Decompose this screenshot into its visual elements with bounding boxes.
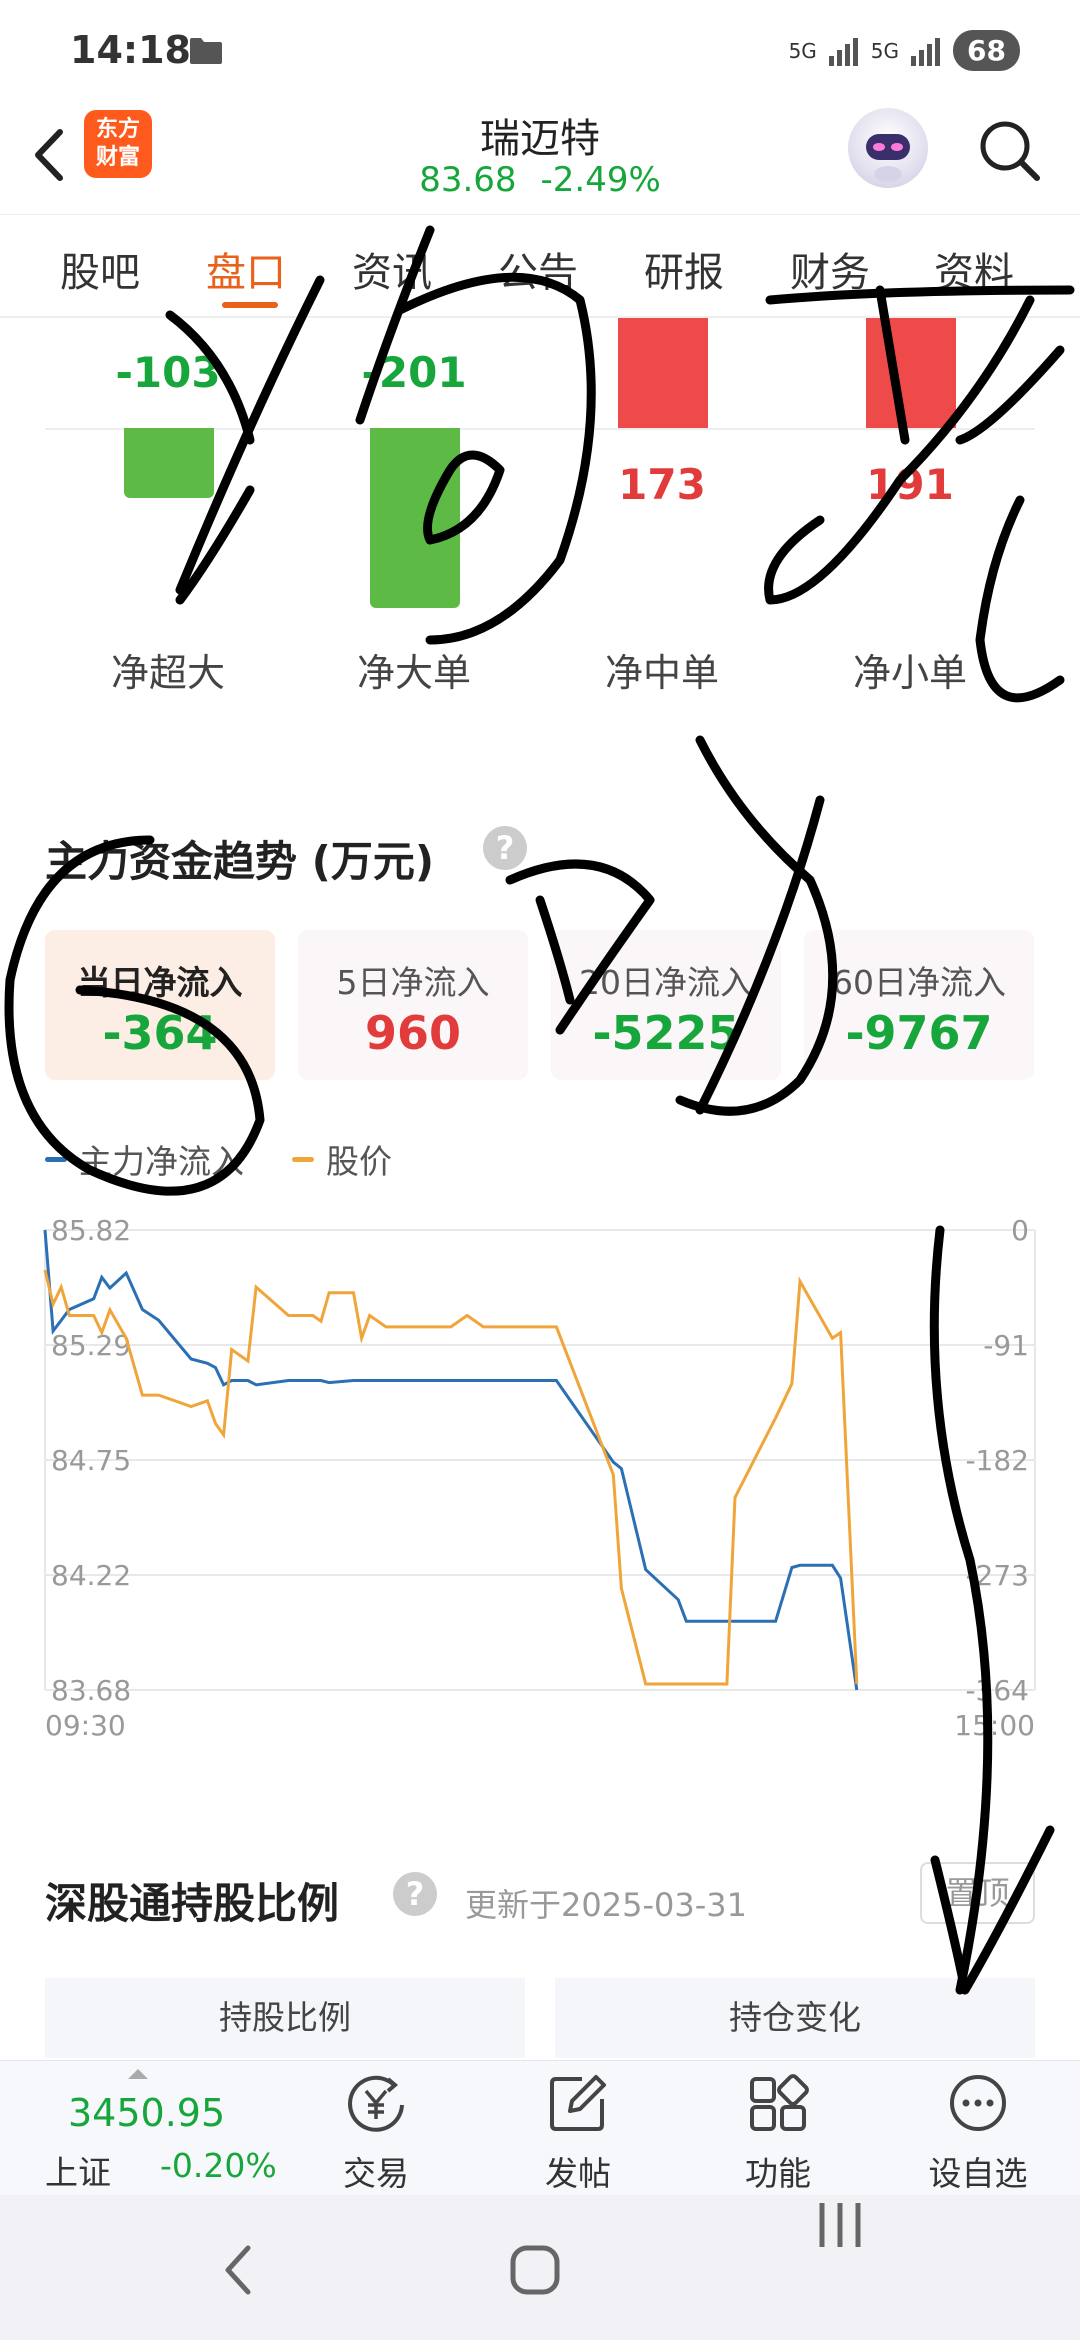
trade-button[interactable]: 交易 xyxy=(306,2071,446,2195)
handwriting-stroke xyxy=(175,275,325,595)
trade-label: 交易 xyxy=(343,2154,409,2193)
handwriting-stroke xyxy=(505,859,655,1035)
handwriting-stroke xyxy=(875,285,910,445)
handwriting-stroke xyxy=(535,895,575,1005)
more-icon xyxy=(950,2075,1006,2131)
post-label: 发帖 xyxy=(545,2154,611,2193)
caret-up-icon xyxy=(128,2069,148,2079)
handwriting-circle xyxy=(4,835,265,1196)
handwriting-stroke xyxy=(423,450,505,545)
handwriting-overlay xyxy=(4,225,1075,1995)
handwriting-stroke xyxy=(695,795,825,1115)
handwriting-stroke xyxy=(675,735,838,1116)
bottom-toolbar: 3450.95 上证 -0.20% 交易 发帖 功能 设自选 xyxy=(0,2060,1080,2195)
index-value[interactable]: 3450.95 xyxy=(68,2091,225,2135)
nav-back-icon[interactable] xyxy=(210,2240,270,2300)
edit-icon xyxy=(550,2075,606,2131)
index-change[interactable]: -0.20% xyxy=(160,2146,277,2185)
functions-button[interactable]: 功能 xyxy=(708,2071,848,2195)
grid-icon xyxy=(750,2074,809,2131)
handwriting-stroke xyxy=(165,310,255,445)
functions-label: 功能 xyxy=(745,2154,811,2193)
system-nav-bar xyxy=(0,2195,1080,2340)
add-watchlist-button[interactable]: 设自选 xyxy=(908,2071,1048,2195)
handwriting-stroke xyxy=(765,285,1075,305)
add-watchlist-label: 设自选 xyxy=(928,2154,1028,2193)
handwriting-stroke xyxy=(764,295,1035,605)
handwriting-stroke xyxy=(355,225,435,425)
nav-recents-icon[interactable] xyxy=(810,2195,870,2255)
yen-icon xyxy=(348,2075,404,2132)
handwriting-stroke xyxy=(975,495,1065,703)
handwriting-arrow-head xyxy=(930,1825,1055,1995)
handwriting-stroke xyxy=(395,272,596,645)
nav-home-icon[interactable] xyxy=(505,2240,565,2300)
post-button[interactable]: 发帖 xyxy=(508,2071,648,2195)
index-name[interactable]: 上证 xyxy=(45,2146,111,2194)
